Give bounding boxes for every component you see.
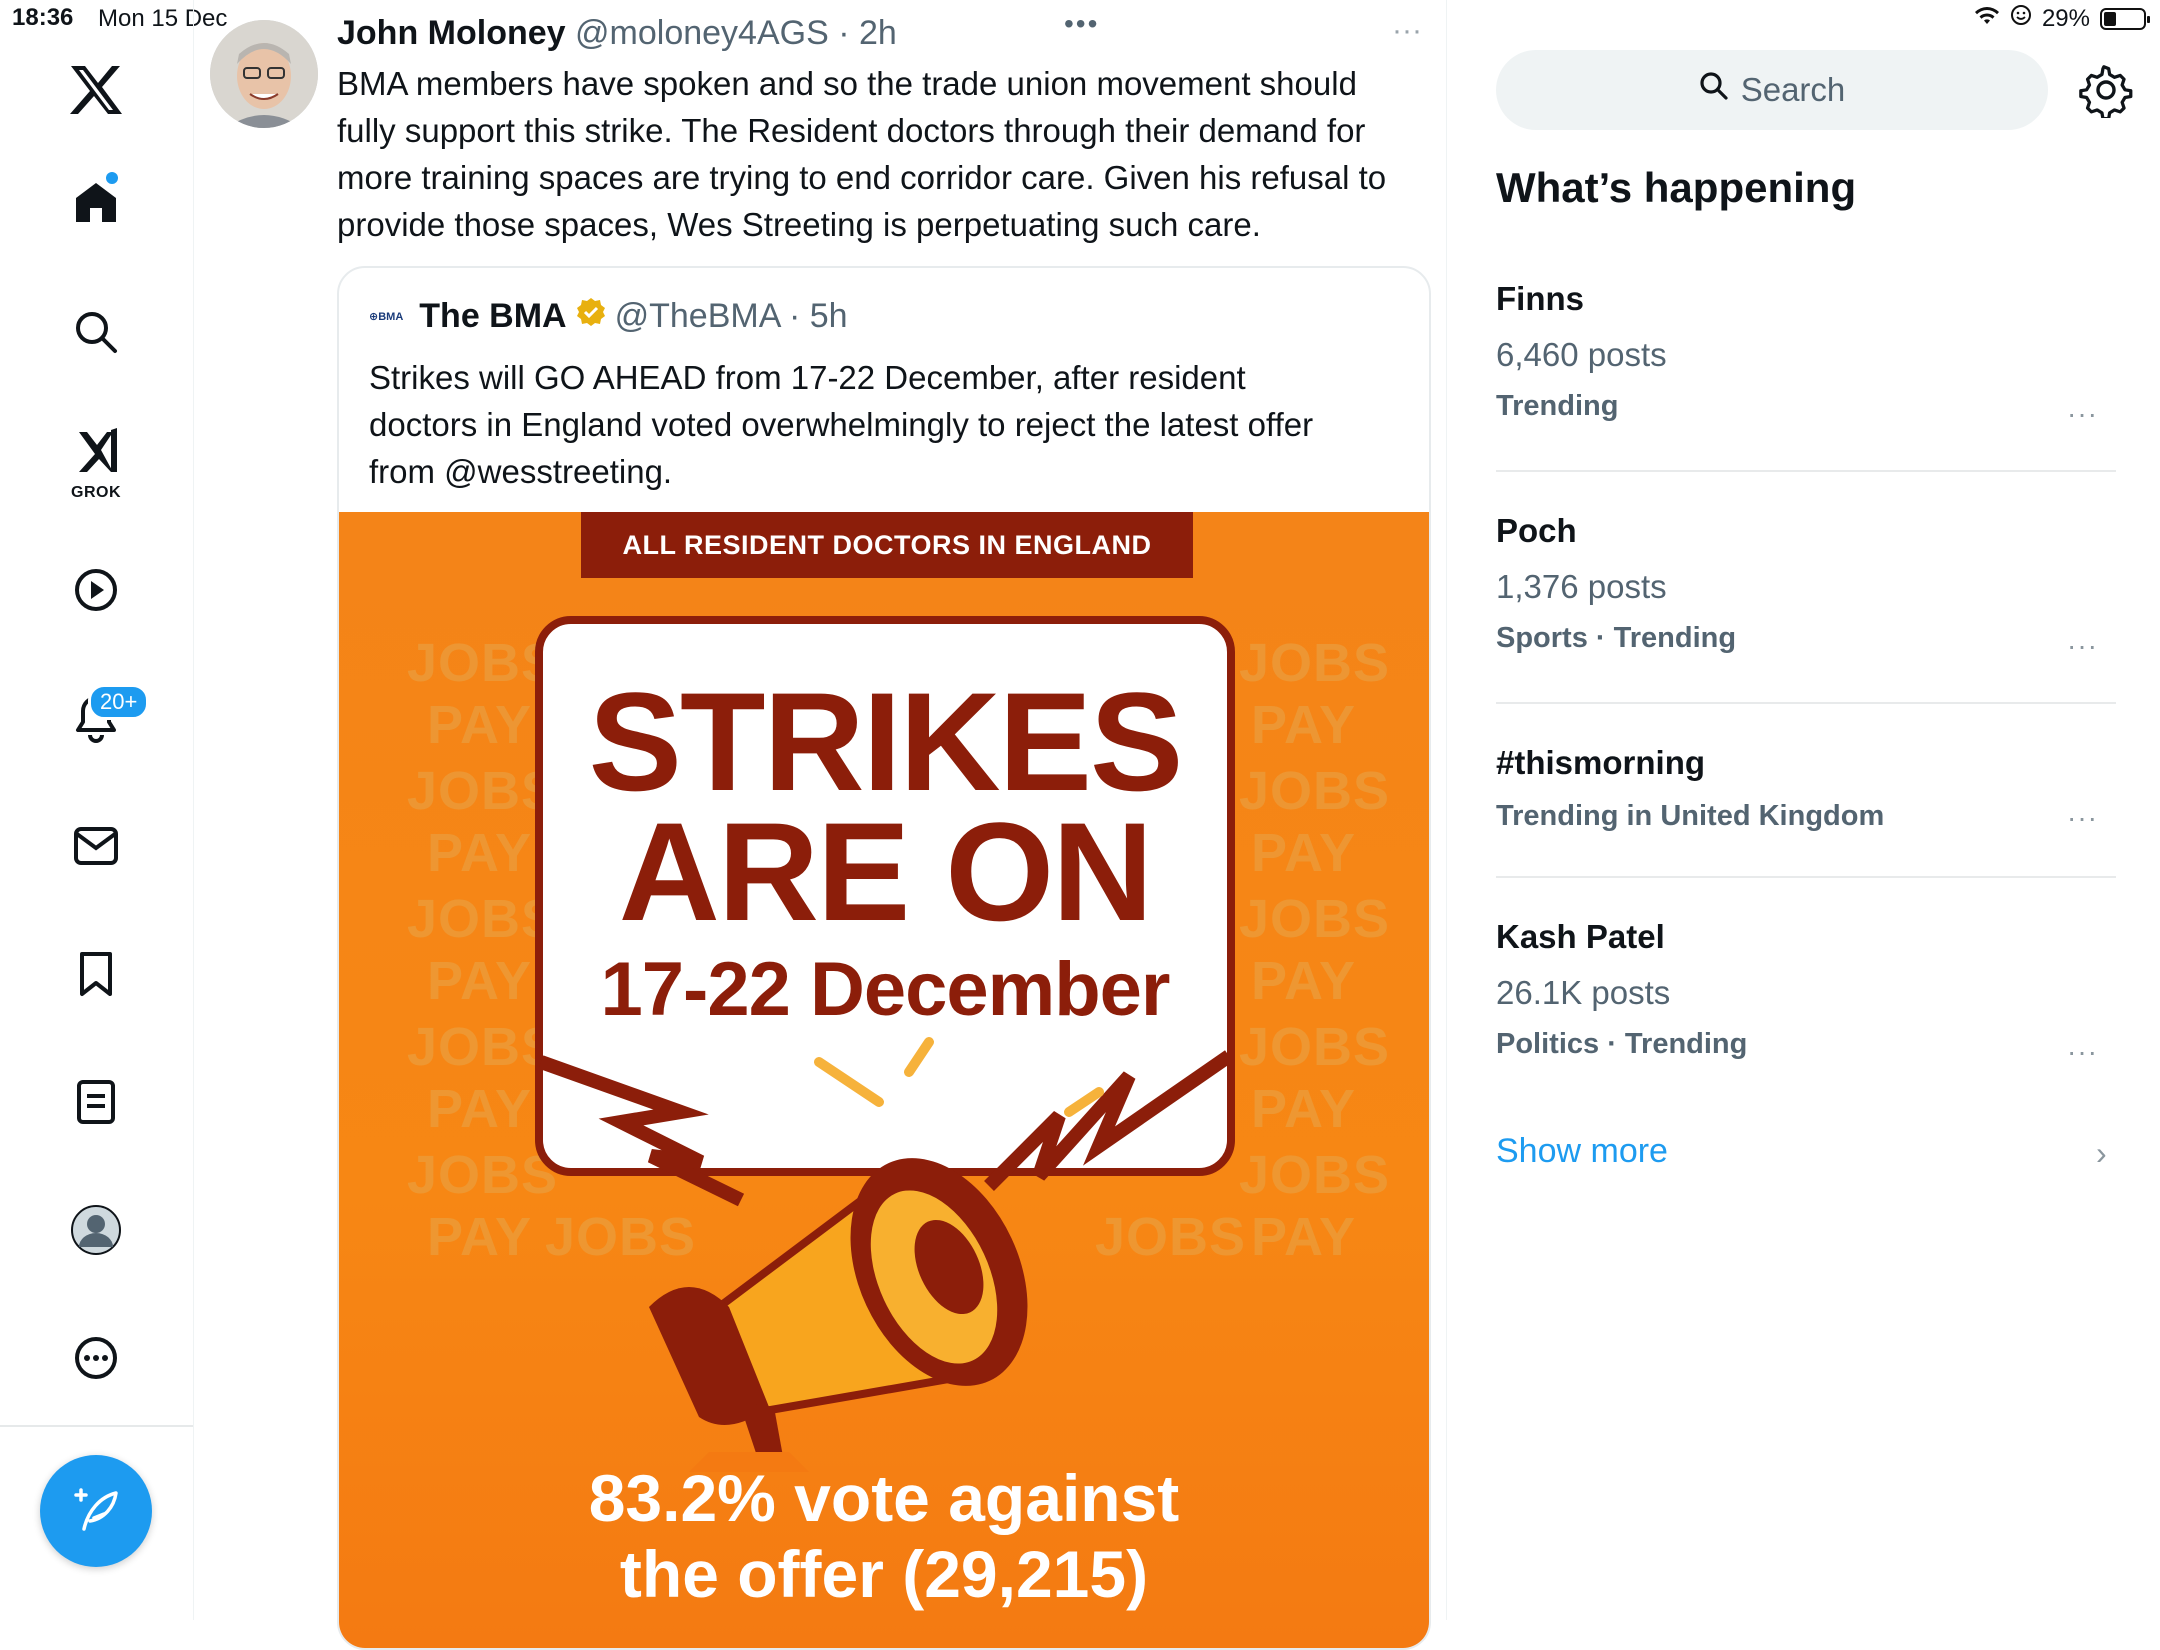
list-icon	[77, 1080, 115, 1124]
poster-vote-count: the offer (29,215)	[619, 1537, 1149, 1611]
quote-header: ⊕BMA The BMA @TheBMA · 5h	[369, 296, 848, 337]
trend-item[interactable]: Poch 1,376 posts Sports · Trending ···	[1496, 512, 2116, 661]
author-handle-time[interactable]: @moloney4AGS · 2h	[575, 14, 897, 52]
nav-grok[interactable]: GROK	[56, 418, 136, 504]
bma-logo: ⊕BMA	[369, 311, 404, 323]
trend-more-button[interactable]: ···	[2067, 398, 2098, 430]
poster-bg-word: JOBS	[1239, 1145, 1391, 1205]
bookmark-icon	[80, 952, 112, 996]
sidebar-divider	[0, 1425, 193, 1427]
search-placeholder: Search	[1740, 71, 1846, 108]
tweet-more-button[interactable]: ···	[1392, 14, 1422, 48]
poster-bg-word: PAY	[427, 1079, 533, 1139]
trend-name: Finns	[1496, 280, 1584, 317]
nav-video[interactable]	[56, 550, 136, 630]
search-icon	[76, 312, 117, 353]
notifications-badge: 20+	[88, 684, 150, 720]
tweet-header: John Moloney @moloney4AGS · 2h	[337, 14, 897, 53]
compose-post-button[interactable]	[40, 1455, 152, 1567]
trend-more-button[interactable]: ···	[2067, 630, 2098, 662]
quote-author-name[interactable]: The BMA	[419, 297, 566, 336]
poster-headline-1: STRIKES	[588, 663, 1184, 820]
nav-explore[interactable]	[56, 292, 136, 372]
trend-more-button[interactable]: ···	[2067, 1036, 2098, 1068]
poster-bg-word: JOBS	[1239, 1017, 1391, 1077]
verified-badge-icon	[575, 296, 607, 337]
trend-posts: 1,376 posts	[1496, 568, 1667, 605]
trend-item[interactable]: #thismorning Trending in United Kingdom …	[1496, 744, 2116, 833]
poster-bg-word: PAY	[1251, 951, 1357, 1011]
search-icon	[1699, 71, 1729, 109]
grok-label: GROK	[71, 484, 121, 501]
poster-bg-word: PAY	[1251, 695, 1357, 755]
mail-icon	[74, 827, 118, 865]
nav-bookmarks[interactable]	[56, 934, 136, 1014]
trend-category: Sports · Trending	[1496, 622, 1737, 654]
home-unread-dot	[106, 172, 118, 184]
gear-icon	[2079, 65, 2133, 121]
chevron-right-icon: ›	[2096, 1135, 2107, 1171]
whats-happening-title: What’s happening	[1496, 164, 1857, 211]
more-circle-icon	[75, 1337, 117, 1379]
trend-name: #thismorning	[1496, 744, 1706, 781]
x-logo-icon	[70, 66, 122, 114]
x-logo[interactable]	[56, 50, 136, 130]
sidebar: GROK 20+	[0, 0, 194, 1620]
quoted-tweet[interactable]: ⊕BMA The BMA @TheBMA · 5h Strikes will G…	[337, 266, 1431, 1650]
poster-bg-word: PAY	[427, 1207, 533, 1267]
tweet-text: BMA members have spoken and so the trade…	[337, 65, 1387, 243]
poster-bg-word: PAY	[1251, 1079, 1357, 1139]
author-avatar[interactable]	[210, 20, 318, 128]
trend-divider	[1496, 702, 2116, 704]
trend-category: Politics · Trending	[1496, 1028, 1748, 1060]
poster-bg-word: JOBS	[1239, 761, 1391, 821]
grok-icon	[79, 428, 117, 472]
home-icon	[76, 183, 116, 222]
play-icon	[75, 569, 117, 611]
search-input[interactable]: Search	[1496, 50, 2048, 130]
poster-bg-word: PAY	[427, 823, 533, 883]
poster-bg-word: PAY	[1251, 1207, 1357, 1267]
trend-divider	[1496, 876, 2116, 878]
trend-name: Kash Patel	[1496, 918, 1665, 955]
nav-lists[interactable]	[56, 1062, 136, 1142]
poster-vote-result: 83.2% vote against	[588, 1461, 1180, 1535]
megaphone-icon	[538, 1037, 1233, 1472]
trend-item[interactable]: Kash Patel 26.1K posts Politics · Trendi…	[1496, 918, 2116, 1067]
trend-divider	[1496, 470, 2116, 472]
settings-button[interactable]	[2078, 62, 2134, 123]
avatar-icon	[71, 1205, 121, 1255]
poster-headline-2: ARE ON	[618, 793, 1153, 950]
poster-dates: 17-22 December	[600, 947, 1170, 1032]
trend-posts: 6,460 posts	[1496, 336, 1667, 373]
nav-more[interactable]	[56, 1318, 136, 1398]
poster-bg-word: PAY	[1251, 823, 1357, 883]
poster-banner: ALL RESIDENT DOCTORS IN ENGLAND	[581, 512, 1193, 578]
trend-more-button[interactable]: ···	[2067, 802, 2098, 834]
trend-item[interactable]: Finns 6,460 posts Trending ···	[1496, 280, 2116, 429]
poster-bg-word: PAY	[427, 695, 533, 755]
nav-messages[interactable]	[56, 806, 136, 886]
nav-profile[interactable]	[56, 1190, 136, 1270]
trend-name: Poch	[1496, 512, 1577, 549]
quote-media-image[interactable]: ALL RESIDENT DOCTORS IN ENGLAND JOBS PAY…	[339, 512, 1429, 1648]
trend-posts: 26.1K posts	[1496, 974, 1671, 1011]
trend-category: Trending in United Kingdom	[1496, 800, 1885, 832]
poster-bg-word: PAY	[427, 951, 533, 1011]
show-more-link[interactable]: Show more	[1496, 1132, 1668, 1171]
right-panel: Search What’s happening Finns 6,460 post…	[1448, 0, 2160, 1620]
compose-feather-icon	[74, 1488, 118, 1531]
poster-bg-word: JOBS	[1239, 889, 1391, 949]
top-overflow-indicator: •••	[1064, 8, 1100, 39]
nav-home[interactable]	[56, 162, 136, 242]
quote-handle-time[interactable]: @TheBMA · 5h	[615, 297, 848, 336]
quote-text: Strikes will GO AHEAD from 17-22 Decembe…	[369, 359, 1314, 490]
author-name[interactable]: John Moloney	[337, 14, 566, 52]
poster-bg-word: JOBS	[1239, 633, 1391, 693]
trend-category: Trending	[1496, 390, 1619, 422]
author-avatar-photo	[210, 20, 318, 128]
